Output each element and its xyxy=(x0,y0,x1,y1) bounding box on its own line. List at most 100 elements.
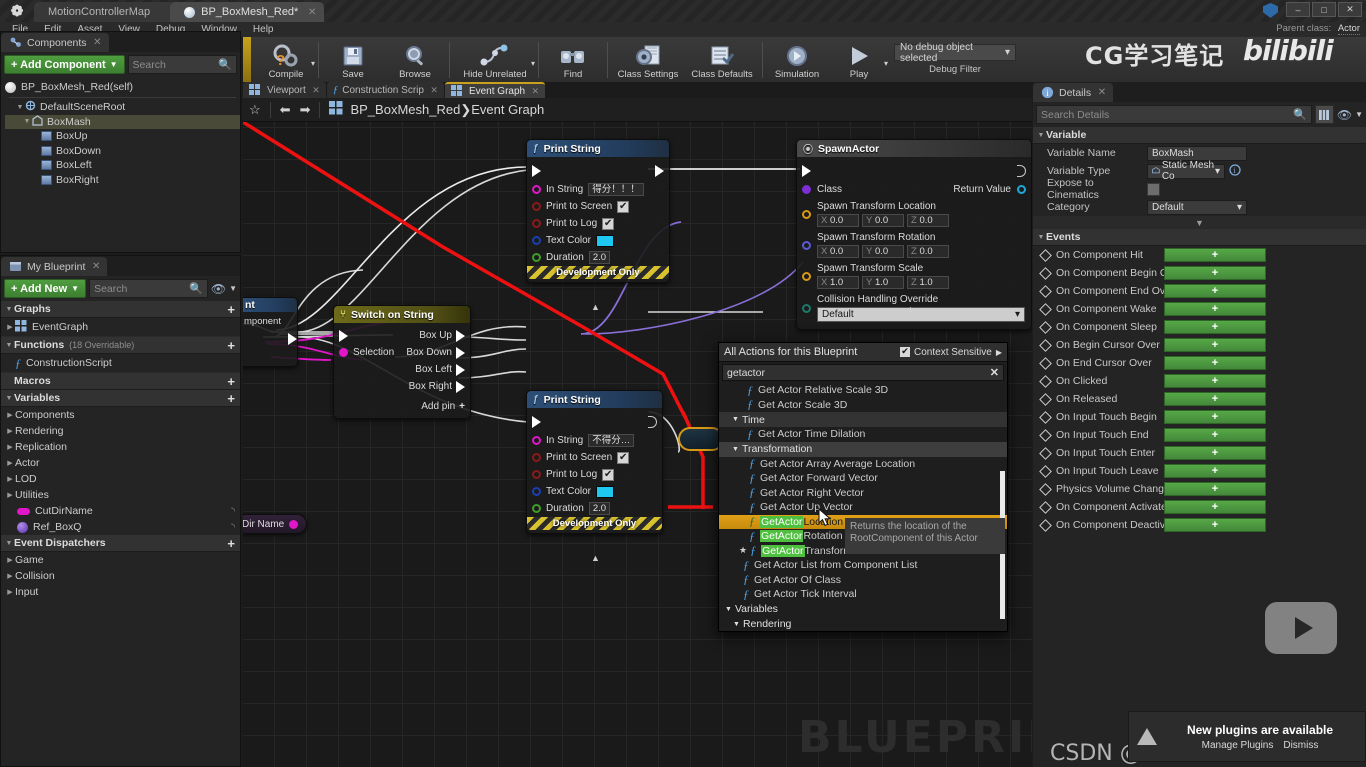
component-row-boxmash[interactable]: ▼ BoxMash xyxy=(5,114,240,129)
add-event-button[interactable]: + xyxy=(1164,446,1266,460)
add-graph-button[interactable]: + xyxy=(227,302,235,317)
close-icon[interactable]: ✕ xyxy=(312,85,320,96)
expand-arrow-icon[interactable]: ▼ xyxy=(732,446,739,453)
action-category[interactable]: ▼ Time xyxy=(719,412,1007,427)
forward-arrow-icon[interactable]: ➡ xyxy=(300,102,311,118)
clear-icon[interactable]: ✕ xyxy=(990,366,999,379)
tab-construction-script[interactable]: ƒ Construction Scrip ✕ xyxy=(326,82,444,98)
action-item[interactable]: ƒ Get Actor Of Class xyxy=(719,572,1007,588)
node-partial-event[interactable]: nt mponent xyxy=(243,297,298,367)
list-item-constructionscript[interactable]: ƒ ConstructionScript xyxy=(1,354,240,373)
eye-icon[interactable]: ◝ xyxy=(231,506,235,517)
action-menu-list[interactable]: ƒ Get Actor Relative Scale 3D ƒ Get Acto… xyxy=(719,383,1007,631)
browse-button[interactable]: Browse xyxy=(384,38,446,82)
exec-out-pin[interactable] xyxy=(655,165,664,177)
close-icon[interactable]: ✕ xyxy=(93,37,101,48)
tab-my-blueprint[interactable]: My Blueprint ✕ xyxy=(1,257,108,276)
close-icon[interactable]: ✕ xyxy=(308,7,316,18)
add-macro-button[interactable]: + xyxy=(227,374,235,389)
expand-arrow-icon[interactable]: ▼ xyxy=(4,342,14,349)
chevron-down-icon[interactable]: ▾ xyxy=(1015,309,1020,320)
spawn-location-z[interactable]: 0.0 xyxy=(919,215,932,226)
duration-pin[interactable] xyxy=(532,504,541,513)
hide-unrelated-button[interactable]: Hide Unrelated xyxy=(453,38,537,82)
class-defaults-button[interactable]: Class Defaults xyxy=(685,38,759,82)
spawn-rotation-x[interactable]: 0.0 xyxy=(830,246,843,257)
display-options-button[interactable] xyxy=(1314,105,1334,124)
class-settings-button[interactable]: Class Settings xyxy=(611,38,685,82)
expand-arrow-icon[interactable]: ▶ xyxy=(5,443,15,451)
collision-value[interactable]: Default xyxy=(822,309,854,320)
blueprint-action-menu[interactable]: All Actions for this Blueprint ✔ Context… xyxy=(718,342,1008,632)
print-to-screen-checkbox[interactable]: ✔ xyxy=(617,451,630,464)
action-item[interactable]: ƒ Get Actor Relative Scale 3D xyxy=(719,383,1007,398)
exec-out-pin[interactable] xyxy=(648,416,657,428)
variable-type-select[interactable]: Static Mesh Co ▾ xyxy=(1147,160,1225,182)
text-color-swatch[interactable] xyxy=(596,234,615,247)
action-category-variables[interactable]: ▼ Variables xyxy=(719,602,1007,617)
add-variable-button[interactable]: + xyxy=(227,391,235,406)
expand-arrow-icon[interactable]: ▶ xyxy=(5,459,15,467)
add-event-button[interactable]: + xyxy=(1164,392,1266,406)
spawn-location-x[interactable]: 0.0 xyxy=(830,215,843,226)
expand-arrow-icon[interactable]: ▶ xyxy=(5,475,15,483)
node-print-string-1[interactable]: ƒ Print String In String 得分！！！ Print to … xyxy=(526,139,670,283)
print-to-screen-checkbox[interactable]: ✔ xyxy=(617,200,630,213)
save-button[interactable]: Save xyxy=(322,38,384,82)
collapse-node-arrow-icon[interactable]: ▲ xyxy=(591,302,600,312)
expand-arrow-icon[interactable]: ▼ xyxy=(732,416,739,423)
in-string-pin[interactable] xyxy=(532,185,541,194)
action-item[interactable]: ƒ Get Actor Up Vector xyxy=(719,500,1007,515)
tab-details[interactable]: i Details ✕ xyxy=(1033,83,1114,102)
action-item[interactable]: ƒ Get Actor Tick Interval xyxy=(719,587,1007,602)
spawn-scale-y[interactable]: 1.0 xyxy=(875,277,888,288)
list-item-eventgraph[interactable]: ▶ EventGraph xyxy=(1,318,240,337)
add-event-button[interactable]: + xyxy=(1164,356,1266,370)
tab-viewport[interactable]: Viewport ✕ xyxy=(243,82,326,98)
maximize-button[interactable]: □ xyxy=(1312,2,1336,17)
dispatcher-group-input[interactable]: ▶ Input xyxy=(1,584,240,600)
add-event-button[interactable]: + xyxy=(1164,338,1266,352)
action-item[interactable]: ƒ Get Actor Array Average Location xyxy=(719,456,1007,472)
return-value-pin[interactable] xyxy=(1017,185,1026,194)
expand-arrow-icon[interactable]: ▼ xyxy=(4,395,14,402)
add-event-button[interactable]: + xyxy=(1164,482,1266,496)
add-new-button[interactable]: + Add New ▼ xyxy=(4,279,87,298)
expand-arrow-icon[interactable]: ▶ xyxy=(5,427,15,435)
node-cut-dir-name[interactable]: Dir Name xyxy=(243,514,307,534)
action-category-rendering[interactable]: ▼ Rendering xyxy=(719,617,1007,632)
spawn-scale-pin[interactable] xyxy=(802,271,811,281)
expand-advanced-button[interactable]: ▼ xyxy=(1033,216,1366,229)
class-pin[interactable] xyxy=(802,185,811,194)
star-icon[interactable]: ☆ xyxy=(249,102,261,118)
collapse-node-arrow-icon[interactable]: ▲ xyxy=(906,304,915,314)
exec-out-pin-boxup[interactable] xyxy=(456,329,465,342)
spawn-scale-x[interactable]: 1.0 xyxy=(830,277,843,288)
expand-arrow-icon[interactable]: ▼ xyxy=(1036,234,1046,241)
window-tab-bpboxmeshred[interactable]: BP_BoxMesh_Red* ✕ xyxy=(170,2,325,22)
text-color-pin[interactable] xyxy=(532,487,541,496)
action-item[interactable]: ƒ Get Actor Time Dilation xyxy=(719,427,1007,442)
exec-in-pin[interactable] xyxy=(532,416,541,428)
duration-value[interactable]: 2.0 xyxy=(588,502,611,515)
action-item[interactable]: ƒ Get Actor List from Component List xyxy=(719,558,1007,573)
breadcrumb-root[interactable]: BP_BoxMesh_Red xyxy=(350,102,460,117)
add-component-button[interactable]: + Add Component ▼ xyxy=(4,55,125,74)
window-tab-motioncontrollermap[interactable]: MotionControllerMap xyxy=(34,2,177,22)
print-to-log-checkbox[interactable]: ✔ xyxy=(602,468,615,481)
expand-arrow-icon[interactable]: ▶ xyxy=(5,556,15,564)
compile-button[interactable]: ? Compile xyxy=(255,38,317,82)
text-color-swatch[interactable] xyxy=(596,485,615,498)
section-functions[interactable]: ▼ Functions (18 Overridable) + xyxy=(1,337,240,354)
menu-item-help[interactable]: Help xyxy=(245,22,282,37)
find-button[interactable]: Find xyxy=(542,38,604,82)
close-icon[interactable]: ✕ xyxy=(1098,87,1106,98)
exec-in-pin[interactable] xyxy=(532,165,541,177)
add-event-button[interactable]: + xyxy=(1164,266,1266,280)
text-color-pin[interactable] xyxy=(532,236,541,245)
section-event-dispatchers[interactable]: ▼ Event Dispatchers + xyxy=(1,535,240,552)
add-pin-icon[interactable]: + xyxy=(459,401,465,412)
add-event-button[interactable]: + xyxy=(1164,518,1266,532)
exec-out-pin-boxleft[interactable] xyxy=(456,363,465,376)
in-string-value[interactable]: 得分！！！ xyxy=(588,183,644,196)
